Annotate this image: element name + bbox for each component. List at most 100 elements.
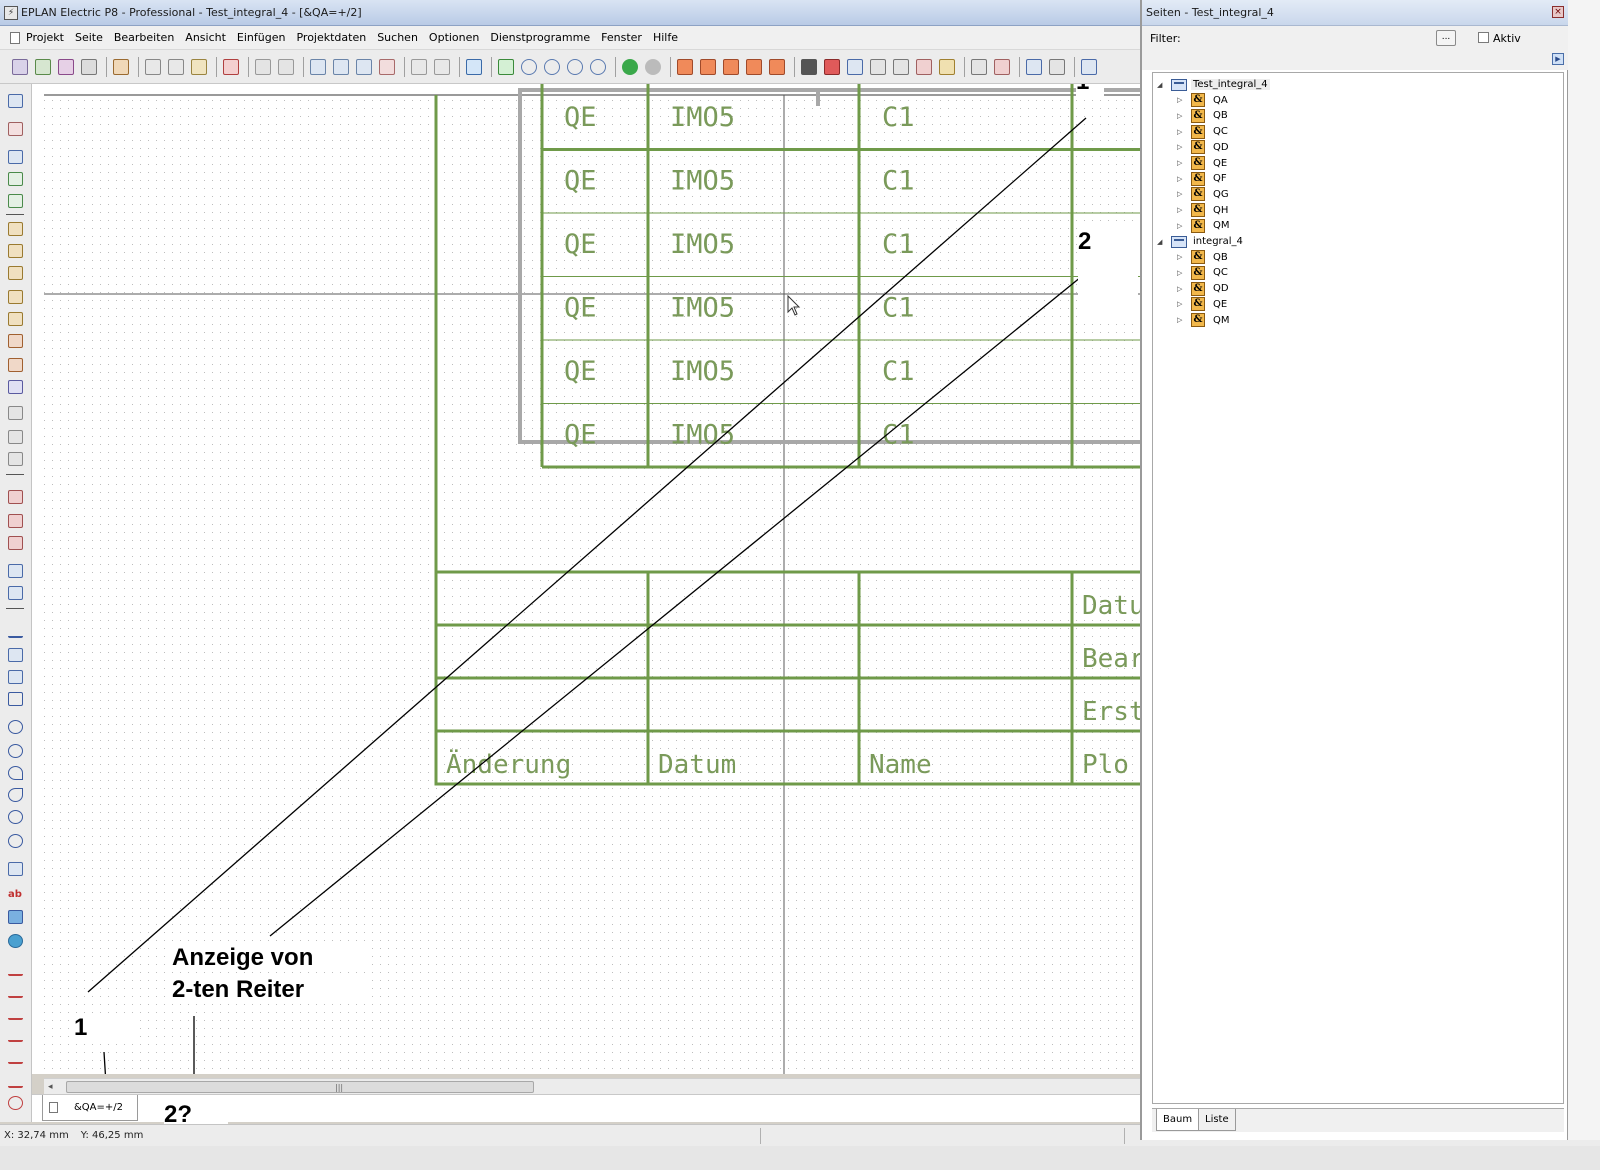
paste-icon[interactable] — [191, 58, 207, 75]
expand-icon[interactable]: ▷ — [1177, 206, 1185, 214]
check-icon[interactable] — [411, 58, 427, 75]
connector-7-icon[interactable] — [8, 358, 23, 372]
forward-icon[interactable] — [622, 58, 638, 75]
menu-hilfe[interactable]: Hilfe — [653, 31, 678, 44]
back-icon[interactable] — [645, 58, 661, 75]
potential-3-icon[interactable] — [8, 536, 23, 550]
cut-icon[interactable] — [145, 58, 161, 75]
refresh-icon[interactable] — [498, 58, 514, 75]
text-icon[interactable]: ab — [8, 888, 23, 902]
tab-liste[interactable]: Liste — [1198, 1109, 1236, 1131]
scrollbar-thumb[interactable]: ||| — [66, 1081, 534, 1093]
aktiv-checkbox[interactable] — [1478, 32, 1489, 43]
symbol-2-icon[interactable] — [700, 58, 716, 75]
play-icon[interactable]: ▶ — [1552, 53, 1564, 65]
connector-3-icon[interactable] — [8, 266, 23, 280]
expand-icon[interactable]: ▷ — [1177, 175, 1185, 183]
collapse-icon[interactable]: ◢ — [1157, 238, 1165, 246]
expand-icon[interactable]: ▷ — [1177, 253, 1185, 261]
redo-list-icon[interactable] — [379, 58, 395, 75]
symbol-1-icon[interactable] — [677, 58, 693, 75]
expand-icon[interactable]: ▷ — [1177, 269, 1185, 277]
copy-icon[interactable] — [168, 58, 184, 75]
expand-icon[interactable]: ▷ — [1177, 222, 1185, 230]
measure-icon[interactable] — [939, 58, 955, 75]
arc-2-icon[interactable] — [8, 788, 23, 802]
filter-options-button[interactable]: ... — [1436, 30, 1456, 46]
expand-icon[interactable]: ▷ — [1177, 128, 1185, 136]
expand-icon[interactable]: ▷ — [1177, 112, 1185, 120]
connector-5-icon[interactable] — [8, 312, 23, 326]
zoom-window-icon[interactable] — [521, 58, 537, 75]
menu-seite[interactable]: Seite — [75, 31, 103, 44]
line-icon[interactable] — [8, 624, 23, 638]
snap-icon[interactable] — [824, 58, 840, 75]
disconnect-icon[interactable] — [278, 58, 294, 75]
connector-2-icon[interactable] — [8, 244, 23, 258]
symbol-5-icon[interactable] — [769, 58, 785, 75]
find-next-icon[interactable] — [994, 58, 1010, 75]
cross-icon[interactable] — [1049, 58, 1065, 75]
find-icon[interactable] — [971, 58, 987, 75]
menu-fenster[interactable]: Fenster — [601, 31, 642, 44]
tree-project-node[interactable]: ◢ Test_integral_4 — [1157, 77, 1270, 92]
menu-optionen[interactable]: Optionen — [429, 31, 479, 44]
potential-2-icon[interactable] — [8, 514, 23, 528]
redo-icon[interactable] — [356, 58, 372, 75]
expand-icon[interactable]: ▷ — [1177, 285, 1185, 293]
insert-symbol-icon[interactable] — [8, 94, 23, 108]
tree-page-node[interactable]: ▷ & QH — [1177, 203, 1230, 218]
tree-page-node[interactable]: ▷ & QD — [1177, 140, 1231, 155]
circle-icon[interactable] — [8, 744, 23, 758]
device-3-icon[interactable] — [8, 452, 23, 466]
expand-icon[interactable]: ▷ — [1177, 159, 1185, 167]
insert-macro-icon[interactable] — [8, 122, 23, 136]
undo-list-icon[interactable] — [333, 58, 349, 75]
tree-project-node[interactable]: ◢ integral_4 — [1157, 234, 1245, 249]
symbol-3-icon[interactable] — [723, 58, 739, 75]
new-page-icon[interactable] — [12, 58, 28, 75]
close-project-icon[interactable] — [58, 58, 74, 75]
undo-icon[interactable] — [310, 58, 326, 75]
tree-page-node[interactable]: ▷ & QE — [1177, 297, 1229, 312]
tree-page-node[interactable]: ▷ & QB — [1177, 108, 1230, 123]
tree-page-node[interactable]: ▷ & QC — [1177, 265, 1230, 280]
polygon-icon[interactable] — [8, 670, 23, 684]
tree-page-node[interactable]: ▷ & QA — [1177, 93, 1230, 108]
expand-icon[interactable]: ▷ — [1177, 143, 1185, 151]
delete-icon[interactable] — [223, 58, 239, 75]
cart-icon[interactable] — [1081, 58, 1097, 75]
hyperlink-icon[interactable] — [8, 934, 23, 948]
insert-plc-icon[interactable] — [8, 172, 23, 186]
expand-icon[interactable]: ▷ — [1177, 190, 1185, 198]
menu-ansicht[interactable]: Ansicht — [185, 31, 226, 44]
zoom-in-icon[interactable] — [544, 58, 560, 75]
monitor-icon[interactable] — [466, 58, 482, 75]
spline-icon[interactable] — [8, 862, 23, 876]
tree-page-node[interactable]: ▷ & QB — [1177, 250, 1230, 265]
properties-icon[interactable] — [113, 58, 129, 75]
circle-center-icon[interactable] — [8, 720, 23, 734]
ortho-icon[interactable] — [893, 58, 909, 75]
connect-icon[interactable] — [255, 58, 271, 75]
tree-page-node[interactable]: ▷ & QC — [1177, 124, 1230, 139]
dimension-6-icon[interactable] — [8, 1074, 23, 1088]
open-project-icon[interactable] — [35, 58, 51, 75]
dimension-7-icon[interactable] — [8, 1096, 23, 1110]
zoom-out-icon[interactable] — [567, 58, 583, 75]
cable-2-icon[interactable] — [8, 586, 23, 600]
tree-page-node[interactable]: ▷ & QF — [1177, 171, 1229, 186]
menu-projektdaten[interactable]: Projektdaten — [296, 31, 366, 44]
menu-bearbeiten[interactable]: Bearbeiten — [114, 31, 174, 44]
grid-icon[interactable] — [801, 58, 817, 75]
dimension-4-icon[interactable] — [8, 1028, 23, 1042]
tree-page-node[interactable]: ▷ & QD — [1177, 281, 1231, 296]
dimension-2-icon[interactable] — [8, 984, 23, 998]
polyline-icon[interactable] — [8, 648, 23, 662]
close-icon[interactable]: × — [1552, 6, 1564, 18]
insert-terminal-icon[interactable] — [8, 194, 23, 208]
expand-icon[interactable]: ▷ — [1177, 316, 1185, 324]
table-icon[interactable] — [434, 58, 450, 75]
dimension-1-icon[interactable] — [8, 962, 23, 976]
menu-dienstprogramme[interactable]: Dienstprogramme — [490, 31, 590, 44]
